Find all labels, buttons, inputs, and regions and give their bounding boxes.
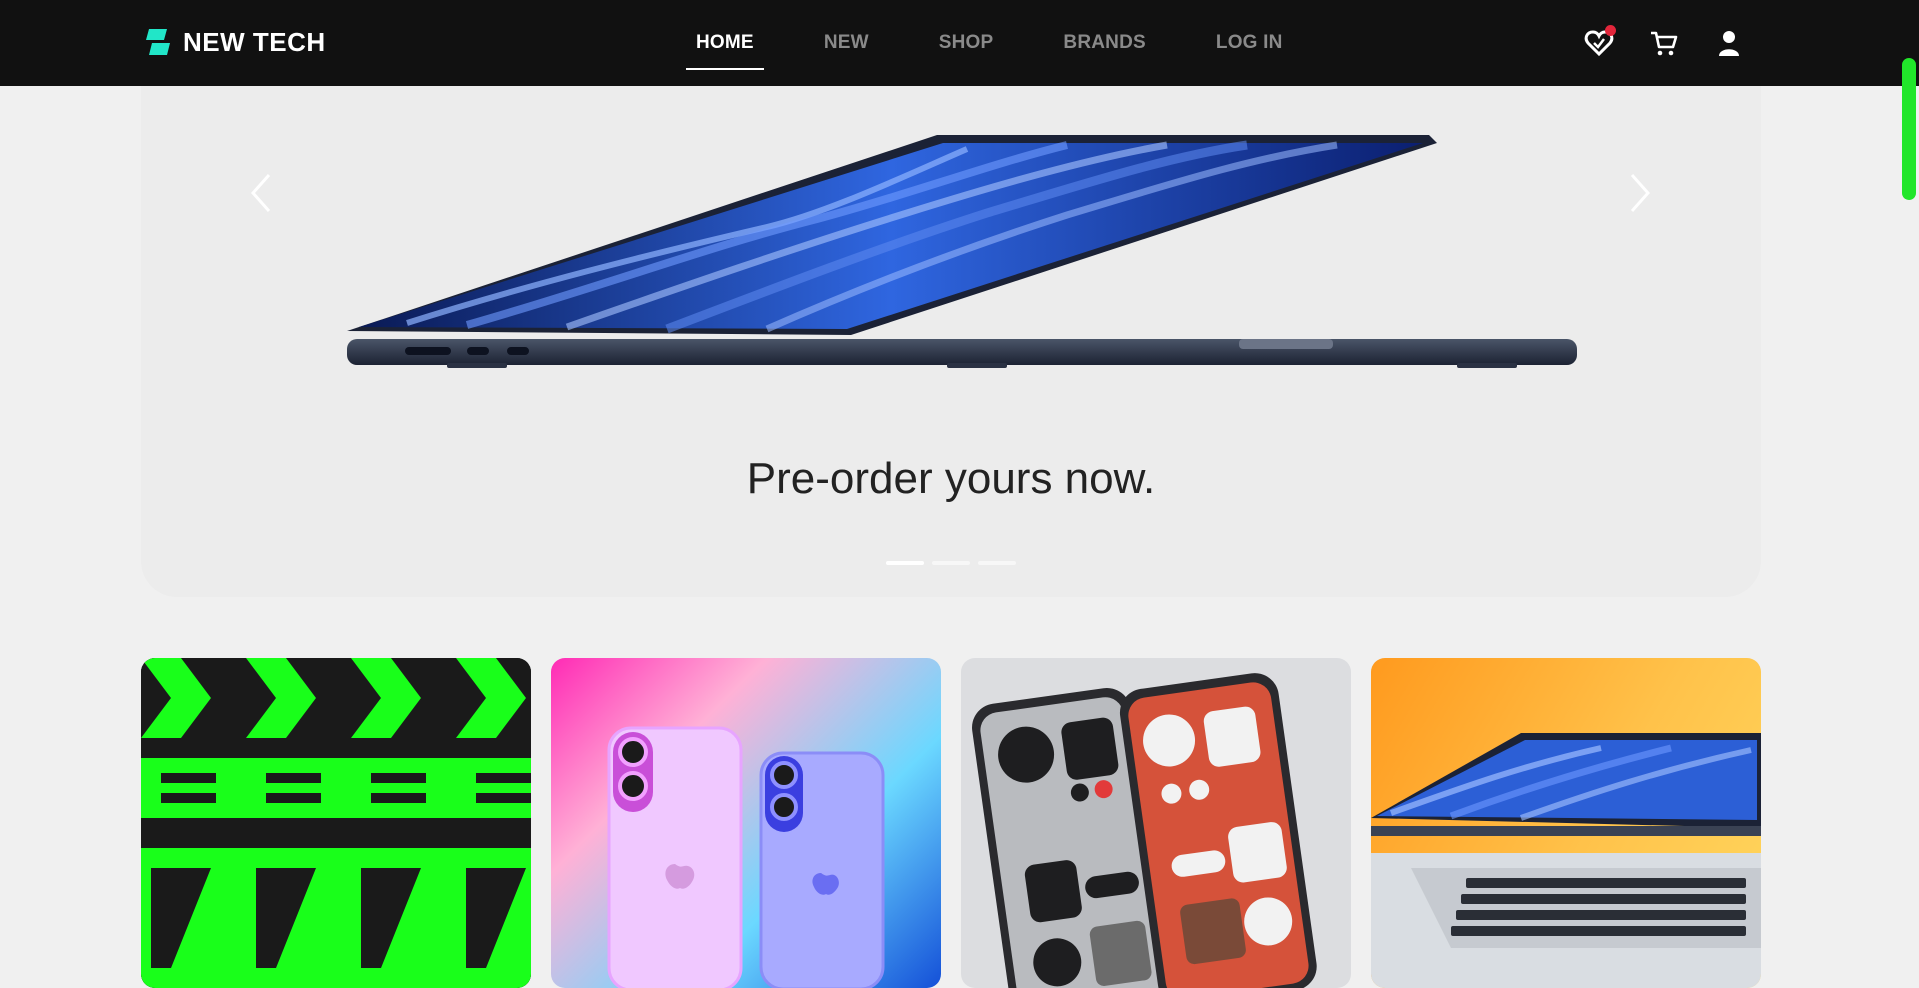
product-cards-row [141,658,1761,988]
hero-laptop-image [347,135,1577,368]
brand-logo[interactable]: NEW TECH [143,22,326,62]
carousel-dot-3[interactable] [978,561,1016,565]
logo-icon [146,29,170,55]
zigzag-pattern-image [141,658,531,988]
colorful-phones-image [607,726,885,988]
notification-dot [1605,25,1616,36]
laptop-promo-image [1371,733,1761,988]
cart-icon [1651,31,1678,56]
zigzag-pattern-card[interactable] [141,658,531,988]
carousel-next-icon[interactable] [1624,171,1656,215]
scrollbar-thumb[interactable] [1902,58,1916,200]
main-nav: HOME NEW SHOP BRANDS LOG IN [686,0,1343,86]
android-phones-card[interactable] [961,658,1351,988]
header-actions [1584,25,1744,58]
carousel-dot-2[interactable] [932,561,970,565]
top-navbar: NEW TECH HOME NEW SHOP BRANDS LOG IN [0,0,1919,86]
carousel-indicators [886,561,1016,565]
carousel-prev-icon[interactable] [245,171,277,215]
favorites-button[interactable] [1584,25,1616,58]
hero-caption: Pre-order yours now. [746,454,1156,503]
laptop-promo-card[interactable] [1371,658,1761,988]
carousel-dot-1[interactable] [886,561,924,565]
hero-carousel: Pre-order yours now. [141,40,1761,597]
nav-link-home[interactable]: HOME [686,32,764,70]
cart-button[interactable] [1649,28,1679,58]
user-icon [1719,31,1739,56]
brand-name: NEW TECH [183,26,326,57]
nav-link-shop[interactable]: SHOP [929,32,1004,54]
android-phones-image [972,673,1317,988]
nav-link-brands[interactable]: BRANDS [1053,32,1155,54]
nav-link-new[interactable]: NEW [814,32,879,54]
account-button[interactable] [1714,28,1744,58]
colorful-phones-card[interactable] [551,658,941,988]
nav-link-login[interactable]: LOG IN [1206,32,1293,54]
